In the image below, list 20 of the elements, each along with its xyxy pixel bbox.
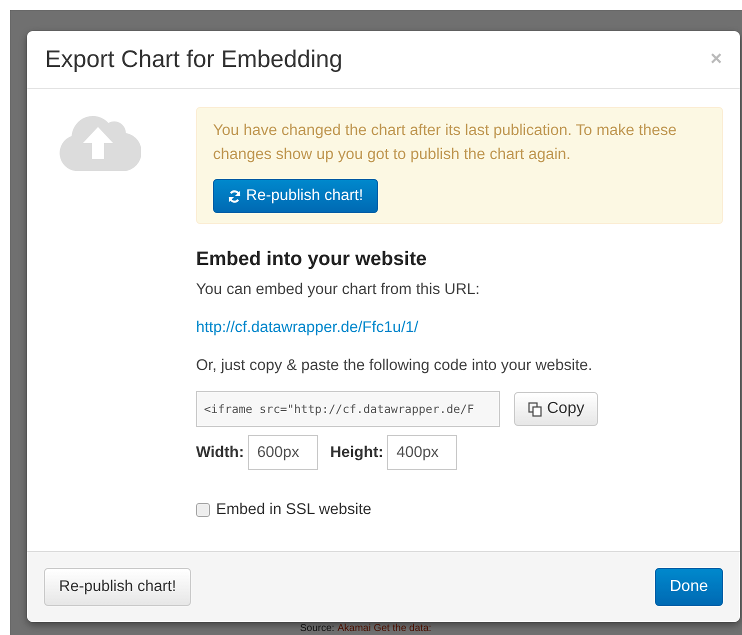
dialog-title: Export Chart for Embedding <box>45 46 342 74</box>
source-label: Source: <box>300 623 334 634</box>
copy-icon <box>528 402 543 416</box>
done-button[interactable]: Done <box>654 568 723 606</box>
height-field[interactable]: 400px <box>387 435 458 470</box>
height-label: Height: <box>330 444 384 462</box>
ssl-checkbox[interactable] <box>196 503 210 517</box>
refresh-icon <box>228 190 241 202</box>
republish-button[interactable]: Re-publish chart! <box>44 568 192 606</box>
alert-message: You have changed the chart after its last publication. To make these changes show up you got to publish the chart again. <box>213 121 678 165</box>
republish-button[interactable]: Re-publish chart! <box>213 179 378 213</box>
copy-button[interactable]: Copy <box>514 392 598 426</box>
url-intro-text: You can embed your chart from this URL: <box>196 280 480 300</box>
ssl-checkbox-label: Embed in SSL website <box>216 501 372 519</box>
width-field[interactable]: 600px <box>248 435 318 470</box>
section-heading: Embed into your website <box>196 248 427 271</box>
embed-code-field[interactable]: <iframe src="http://cf.datawrapper.de/F <box>196 391 500 427</box>
code-intro-text: Or, just copy & paste the following code into your website. <box>196 356 592 376</box>
width-label: Width: <box>196 444 244 462</box>
chart-url-link[interactable]: http://cf.datawrapper.de/Ffc1u/1/ <box>196 317 418 339</box>
